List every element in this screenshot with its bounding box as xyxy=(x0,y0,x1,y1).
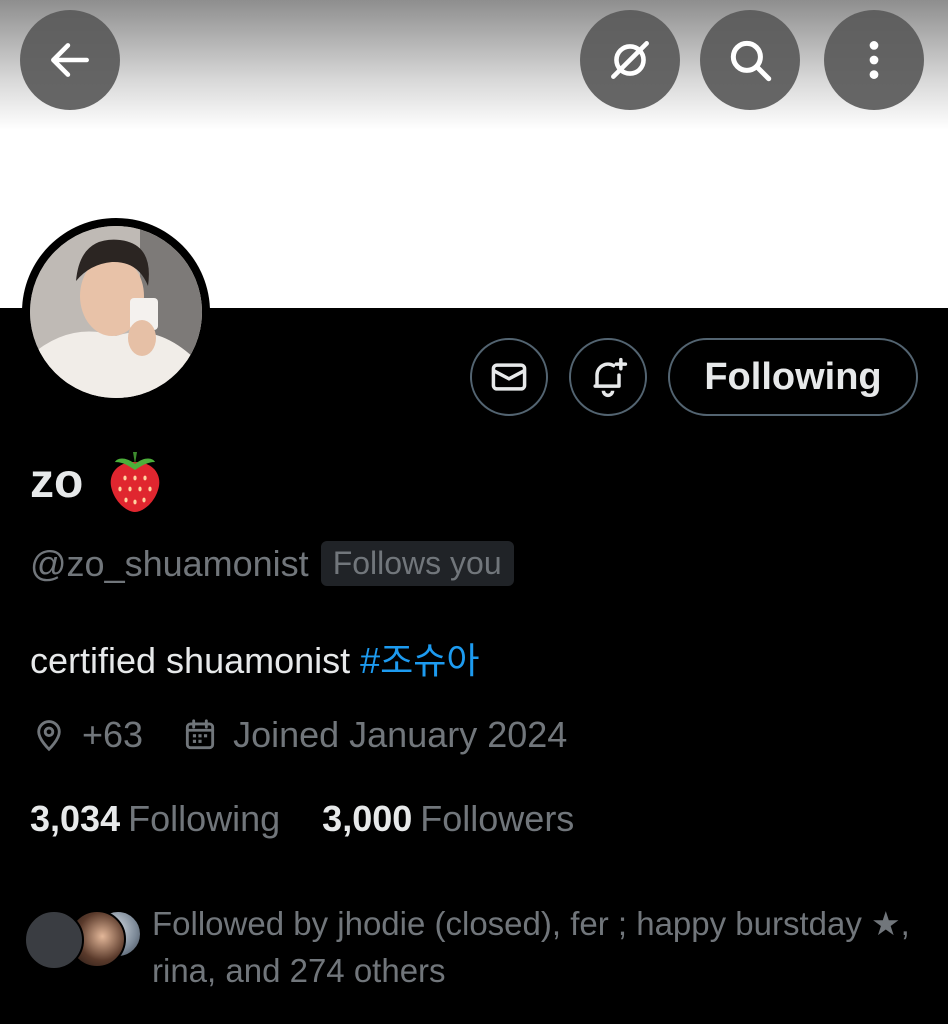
handle-row: @zo_shuamonist Follows you xyxy=(30,541,514,586)
name-row: zo xyxy=(30,448,165,514)
bio: certified shuamonist #조슈아 xyxy=(30,632,480,684)
grok-button[interactable] xyxy=(580,10,680,110)
following-label: Following xyxy=(128,798,281,839)
followers-count: 3,000 xyxy=(322,798,413,839)
bio-hashtag-link[interactable]: #조슈아 xyxy=(360,640,479,681)
follow-stats: 3,034 Following 3,000 Followers xyxy=(30,798,574,840)
calendar-icon xyxy=(185,719,215,750)
follower-avatar-1 xyxy=(24,910,84,970)
location-text: +63 xyxy=(82,714,144,755)
following-button[interactable]: Following xyxy=(668,338,918,416)
bio-text: certified shuamonist xyxy=(30,640,361,681)
back-button[interactable] xyxy=(20,10,120,110)
back-arrow-icon xyxy=(51,43,89,77)
notifications-button[interactable] xyxy=(569,338,647,416)
following-count: 3,034 xyxy=(30,798,121,839)
user-handle: @zo_shuamonist xyxy=(30,542,309,584)
followers-label: Followers xyxy=(420,798,575,839)
search-icon xyxy=(730,40,772,82)
location-pin-icon xyxy=(37,720,61,752)
avatar[interactable] xyxy=(22,218,210,406)
display-name: zo xyxy=(30,454,84,508)
location: +63 xyxy=(30,714,143,756)
grok-icon xyxy=(611,41,649,79)
followed-by-text: Followed by jhodie (closed), fer ; happy… xyxy=(152,905,910,989)
avatar-photo xyxy=(30,226,202,398)
follows-you-badge: Follows you xyxy=(320,541,514,586)
following-count-link[interactable]: 3,034 Following xyxy=(30,798,280,840)
bell-plus-icon xyxy=(593,357,628,398)
more-vertical-icon xyxy=(869,41,879,79)
join-date: Joined January 2024 xyxy=(181,714,567,756)
search-button[interactable] xyxy=(700,10,800,110)
message-button[interactable] xyxy=(470,338,548,416)
mail-icon xyxy=(491,363,527,391)
more-options-button[interactable] xyxy=(824,10,924,110)
followers-count-link[interactable]: 3,000 Followers xyxy=(322,798,574,840)
strawberry-emoji xyxy=(111,452,160,512)
joined-text: Joined January 2024 xyxy=(233,714,568,755)
profile-meta: +63 Joined January 2024 xyxy=(30,714,567,756)
